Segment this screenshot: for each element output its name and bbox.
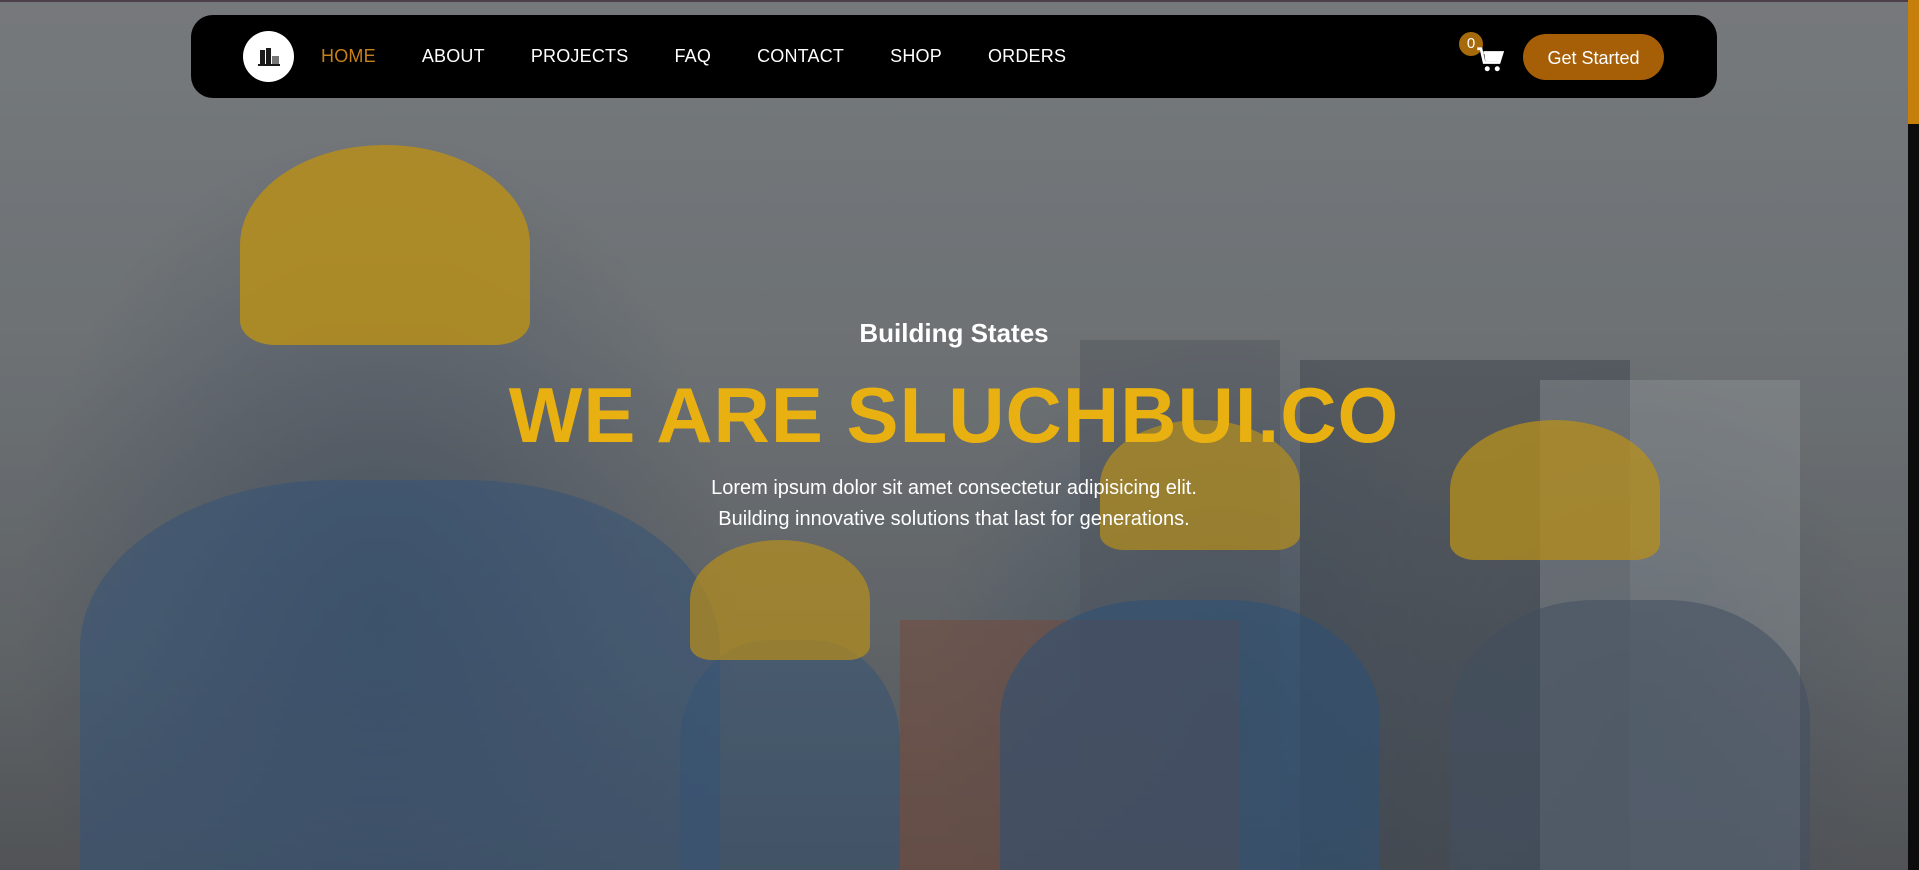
navbar: HOME ABOUT PROJECTS FAQ CONTACT SHOP ORD…: [191, 15, 1717, 98]
scrollbar-track[interactable]: [1908, 0, 1919, 870]
shopping-cart-icon: [1477, 47, 1505, 72]
nav-link-home[interactable]: HOME: [321, 46, 376, 67]
hero-description: Lorem ipsum dolor sit amet consectetur a…: [711, 477, 1197, 530]
cart-button[interactable]: [1476, 45, 1506, 75]
nav-link-faq[interactable]: FAQ: [674, 46, 711, 67]
nav-link-shop[interactable]: SHOP: [890, 46, 942, 67]
nav-link-projects[interactable]: PROJECTS: [531, 46, 629, 67]
company-logo-icon: [257, 47, 280, 66]
hero-subtitle: Building States: [859, 318, 1049, 348]
nav-link-orders[interactable]: ORDERS: [988, 46, 1066, 67]
scrollbar-thumb[interactable]: [1908, 0, 1919, 124]
nav-link-contact[interactable]: CONTACT: [757, 46, 844, 67]
nav-link-about[interactable]: ABOUT: [422, 46, 485, 67]
nav-links: HOME ABOUT PROJECTS FAQ CONTACT SHOP ORD…: [321, 15, 1112, 98]
get-started-button[interactable]: Get Started: [1523, 34, 1664, 80]
company-logo[interactable]: [243, 31, 294, 82]
hero-headline: WE ARE SLUCHBUI.CO: [508, 371, 1400, 459]
